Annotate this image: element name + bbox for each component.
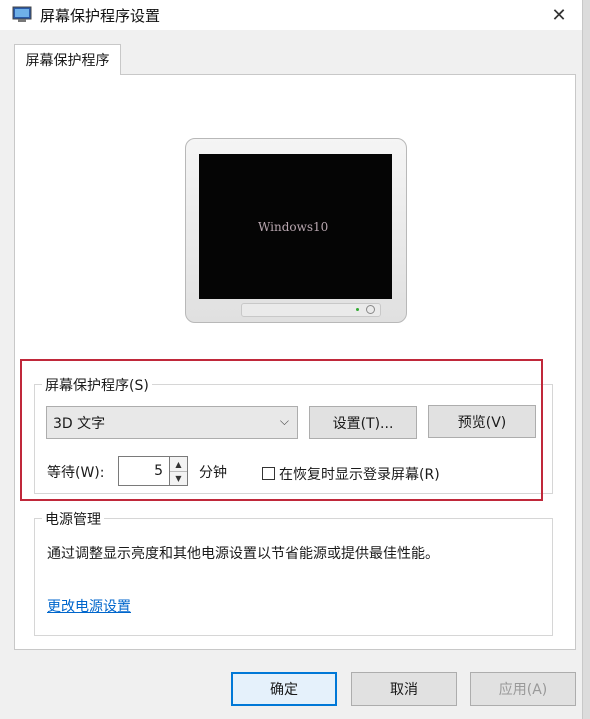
close-icon: ✕ — [551, 4, 567, 26]
cancel-button[interactable]: 取消 — [351, 672, 457, 706]
settings-button[interactable]: 设置(T)... — [309, 406, 417, 439]
title-bar: 屏幕保护程序设置 ✕ — [0, 0, 582, 30]
power-group-label: 电源管理 — [42, 509, 104, 529]
screensaver-group-label: 屏幕保护程序(S) — [42, 375, 152, 395]
close-button[interactable]: ✕ — [536, 0, 582, 30]
window-title: 屏幕保护程序设置 — [40, 7, 161, 25]
power-button-icon — [366, 305, 375, 314]
chevron-down-icon: ⌵ — [279, 414, 289, 428]
resume-logon-label[interactable]: 在恢复时显示登录屏幕(R) — [279, 464, 440, 484]
apply-button[interactable]: 应用(A) — [470, 672, 576, 706]
wait-minutes-stepper[interactable]: ▲ ▼ — [170, 456, 188, 486]
screensaver-select-value: 3D 文字 — [53, 415, 106, 432]
preview-screen-text: Windows10 — [258, 220, 329, 234]
spin-up-icon[interactable]: ▲ — [170, 457, 187, 472]
resume-logon-checkbox[interactable] — [262, 467, 275, 480]
monitor-app-icon — [12, 6, 32, 22]
power-led-icon — [356, 308, 359, 311]
change-power-settings-link[interactable]: 更改电源设置 — [47, 596, 131, 616]
wait-label: 等待(W): — [47, 465, 105, 481]
ok-button[interactable]: 确定 — [231, 672, 337, 706]
power-description: 通过调整显示亮度和其他电源设置以节省能源或提供最佳性能。 — [47, 546, 439, 562]
wait-minutes-input[interactable]: 5 — [118, 456, 170, 486]
background-strip — [583, 0, 590, 719]
screensaver-select[interactable]: 3D 文字 ⌵ — [46, 406, 298, 439]
wait-unit-label: 分钟 — [199, 465, 227, 481]
wait-minutes-value: 5 — [154, 463, 163, 479]
tab-screensaver[interactable]: 屏幕保护程序 — [14, 44, 121, 75]
power-group — [34, 518, 553, 636]
preview-button[interactable]: 预览(V) — [428, 405, 536, 438]
monitor-base — [241, 303, 381, 317]
dialog-window: 屏幕保护程序设置 ✕ 屏幕保护程序 Windows10 屏幕保护程序(S) 3D… — [0, 0, 583, 719]
spin-down-icon[interactable]: ▼ — [170, 471, 187, 485]
